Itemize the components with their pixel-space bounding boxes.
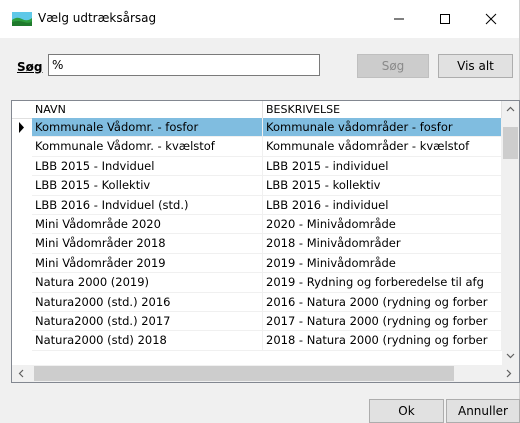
search-label: Søg bbox=[17, 60, 43, 74]
cell-name[interactable]: Mini Vådområder 2018 bbox=[32, 234, 263, 254]
maximize-icon bbox=[440, 14, 450, 24]
close-button[interactable] bbox=[468, 0, 514, 38]
chevron-left-icon[interactable] bbox=[18, 369, 24, 378]
cancel-button[interactable]: Annuller bbox=[446, 399, 520, 423]
table-row[interactable]: Mini Vådområder 2019 2019 - Minivådområde bbox=[12, 253, 502, 274]
cell-description[interactable]: 2019 - Rydning og forberedelse til afg bbox=[263, 273, 502, 293]
results-grid[interactable]: NAVN BESKRIVELSE Kommunale Vådomr. - fos… bbox=[11, 100, 520, 383]
row-indicator[interactable] bbox=[12, 176, 32, 195]
cell-name[interactable]: Natura2000 (std) 2018 bbox=[32, 331, 263, 351]
table-row[interactable]: Mini Vådområde 2020 2020 - Minivådområde bbox=[12, 215, 502, 235]
cell-name[interactable]: Natura2000 (std.) 2016 bbox=[32, 292, 263, 312]
table-row[interactable]: Natura 2000 (2019) 2019 - Rydning og forb… bbox=[12, 273, 502, 293]
row-indicator[interactable] bbox=[12, 196, 32, 215]
minimize-icon bbox=[394, 18, 404, 20]
table-row[interactable]: Natura2000 (std.) 2016 2016 - Natura 2000… bbox=[12, 292, 502, 312]
table-row[interactable]: Natura2000 (std) 2018 2018 - Natura 2000 … bbox=[12, 331, 502, 351]
cell-name[interactable]: Kommunale Vådomr. - fosfor bbox=[32, 118, 263, 138]
cell-description[interactable]: 2018 - Minivådområder bbox=[263, 234, 502, 254]
cell-description[interactable]: LBB 2015 - kollektiv bbox=[263, 176, 502, 196]
cell-name[interactable]: Natura2000 (std.) 2017 bbox=[32, 312, 263, 332]
ok-button[interactable]: Ok bbox=[369, 399, 444, 423]
search-input[interactable] bbox=[48, 54, 320, 76]
row-indicator[interactable] bbox=[12, 331, 32, 350]
grid-header: NAVN BESKRIVELSE bbox=[12, 101, 502, 119]
cell-description[interactable]: 2017 - Natura 2000 (rydning og forber bbox=[263, 312, 502, 332]
row-indicator[interactable] bbox=[12, 137, 32, 156]
chevron-down-icon[interactable] bbox=[506, 353, 515, 359]
table-row[interactable]: LBB 2015 - Indviduel LBB 2015 - individue… bbox=[12, 156, 502, 177]
current-row-arrow-icon bbox=[19, 122, 24, 133]
cell-name[interactable]: Mini Vådområder 2019 bbox=[32, 253, 263, 274]
cell-name[interactable]: LBB 2015 - Kollektiv bbox=[32, 176, 263, 196]
cell-name[interactable]: LBB 2016 - Indviduel (std.) bbox=[32, 195, 263, 215]
minimize-button[interactable] bbox=[376, 0, 422, 38]
maximize-button[interactable] bbox=[422, 0, 468, 38]
table-row[interactable]: Mini Vådområder 2018 2018 - Minivådområde… bbox=[12, 234, 502, 254]
table-row[interactable]: Natura2000 (std.) 2017 2017 - Natura 2000… bbox=[12, 312, 502, 332]
cell-description[interactable]: 2020 - Minivådområde bbox=[263, 215, 502, 235]
table-row[interactable]: LBB 2015 - Kollektiv LBB 2015 - kollektiv bbox=[12, 176, 502, 196]
search-button[interactable]: Søg bbox=[357, 54, 429, 78]
chevron-right-icon[interactable] bbox=[506, 369, 512, 378]
cell-description[interactable]: Kommunale vådområder - fosfor bbox=[263, 118, 502, 138]
horizontal-scroll-thumb[interactable] bbox=[34, 366, 454, 381]
title-bar: Vælg udtræksårsag bbox=[0, 0, 519, 38]
cell-description[interactable]: 2018 - Natura 2000 (rydning og forber bbox=[263, 331, 502, 351]
landscape-icon bbox=[12, 12, 32, 26]
cell-description[interactable]: 2019 - Minivådområde bbox=[263, 253, 502, 274]
cell-name[interactable]: Natura 2000 (2019) bbox=[32, 273, 263, 293]
close-icon bbox=[485, 13, 497, 25]
row-indicator[interactable] bbox=[12, 215, 32, 234]
column-header-description[interactable]: BESKRIVELSE bbox=[263, 101, 502, 118]
horizontal-scrollbar[interactable] bbox=[12, 365, 519, 382]
row-indicator[interactable] bbox=[12, 118, 32, 137]
cell-description[interactable]: 2016 - Natura 2000 (rydning og forber bbox=[263, 292, 502, 312]
table-row[interactable]: Kommunale Vådomr. - kvælstof Kommunale vå… bbox=[12, 137, 502, 157]
cell-name[interactable]: Mini Vådområde 2020 bbox=[32, 215, 263, 235]
show-all-button[interactable]: Vis alt bbox=[438, 54, 513, 78]
row-indicator[interactable] bbox=[12, 234, 32, 253]
cell-description[interactable]: LBB 2015 - individuel bbox=[263, 156, 502, 177]
chevron-up-icon[interactable] bbox=[506, 106, 515, 112]
row-indicator[interactable] bbox=[12, 254, 32, 273]
row-indicator[interactable] bbox=[12, 273, 32, 292]
cell-description[interactable]: Kommunale vådområder - kvælstof bbox=[263, 137, 502, 157]
row-indicator[interactable] bbox=[12, 157, 32, 176]
vertical-scrollbar[interactable] bbox=[502, 101, 519, 365]
vertical-scroll-thumb[interactable] bbox=[503, 127, 518, 159]
column-header-name[interactable]: NAVN bbox=[32, 101, 263, 118]
cell-name[interactable]: Kommunale Vådomr. - kvælstof bbox=[32, 137, 263, 157]
table-row[interactable]: Kommunale Vådomr. - fosfor Kommunale vådo… bbox=[12, 118, 502, 138]
dialog-window: Vælg udtræksårsag Søg Søg Vis alt NAVN B… bbox=[0, 0, 520, 423]
table-row[interactable]: LBB 2016 - Indviduel (std.) LBB 2016 - in… bbox=[12, 195, 502, 215]
cell-name[interactable]: LBB 2015 - Indviduel bbox=[32, 156, 263, 177]
row-indicator[interactable] bbox=[12, 293, 32, 312]
cell-description[interactable]: LBB 2016 - individuel bbox=[263, 195, 502, 215]
row-indicator[interactable] bbox=[12, 312, 32, 331]
window-title: Vælg udtræksårsag bbox=[38, 11, 157, 25]
